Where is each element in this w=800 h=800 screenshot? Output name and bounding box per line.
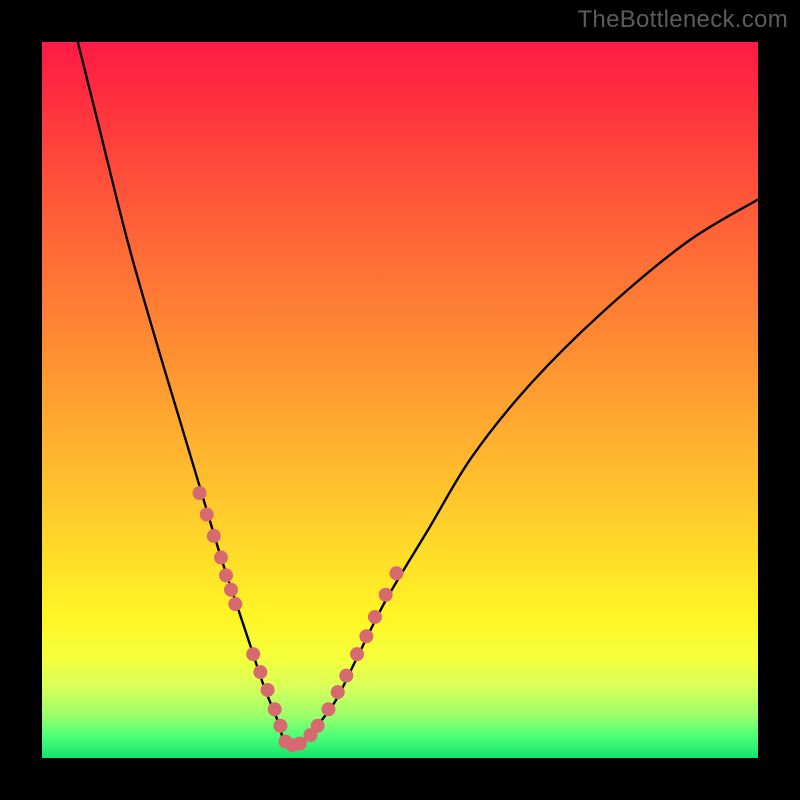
highlight-dot	[339, 669, 353, 683]
highlight-dots-group	[193, 486, 404, 752]
highlight-dot	[207, 529, 221, 543]
highlight-dot	[331, 685, 345, 699]
highlight-dot	[273, 719, 287, 733]
highlight-dot	[261, 683, 275, 697]
highlight-dot	[193, 486, 207, 500]
chart-frame: TheBottleneck.com	[0, 0, 800, 800]
highlight-dot	[214, 551, 228, 565]
highlight-dot	[219, 568, 233, 582]
bottleneck-curve	[78, 42, 758, 746]
highlight-dot	[224, 583, 238, 597]
highlight-dot	[311, 719, 325, 733]
chart-svg	[42, 42, 758, 758]
highlight-dot	[253, 665, 267, 679]
highlight-dot	[379, 588, 393, 602]
highlight-dot	[246, 647, 260, 661]
watermark-text: TheBottleneck.com	[577, 6, 788, 34]
highlight-dot	[228, 597, 242, 611]
highlight-dot	[350, 647, 364, 661]
highlight-dot	[268, 702, 282, 716]
highlight-dot	[200, 508, 214, 522]
highlight-dot	[359, 629, 373, 643]
plot-area	[42, 42, 758, 758]
highlight-dot	[389, 566, 403, 580]
highlight-dot	[321, 702, 335, 716]
highlight-dot	[368, 610, 382, 624]
